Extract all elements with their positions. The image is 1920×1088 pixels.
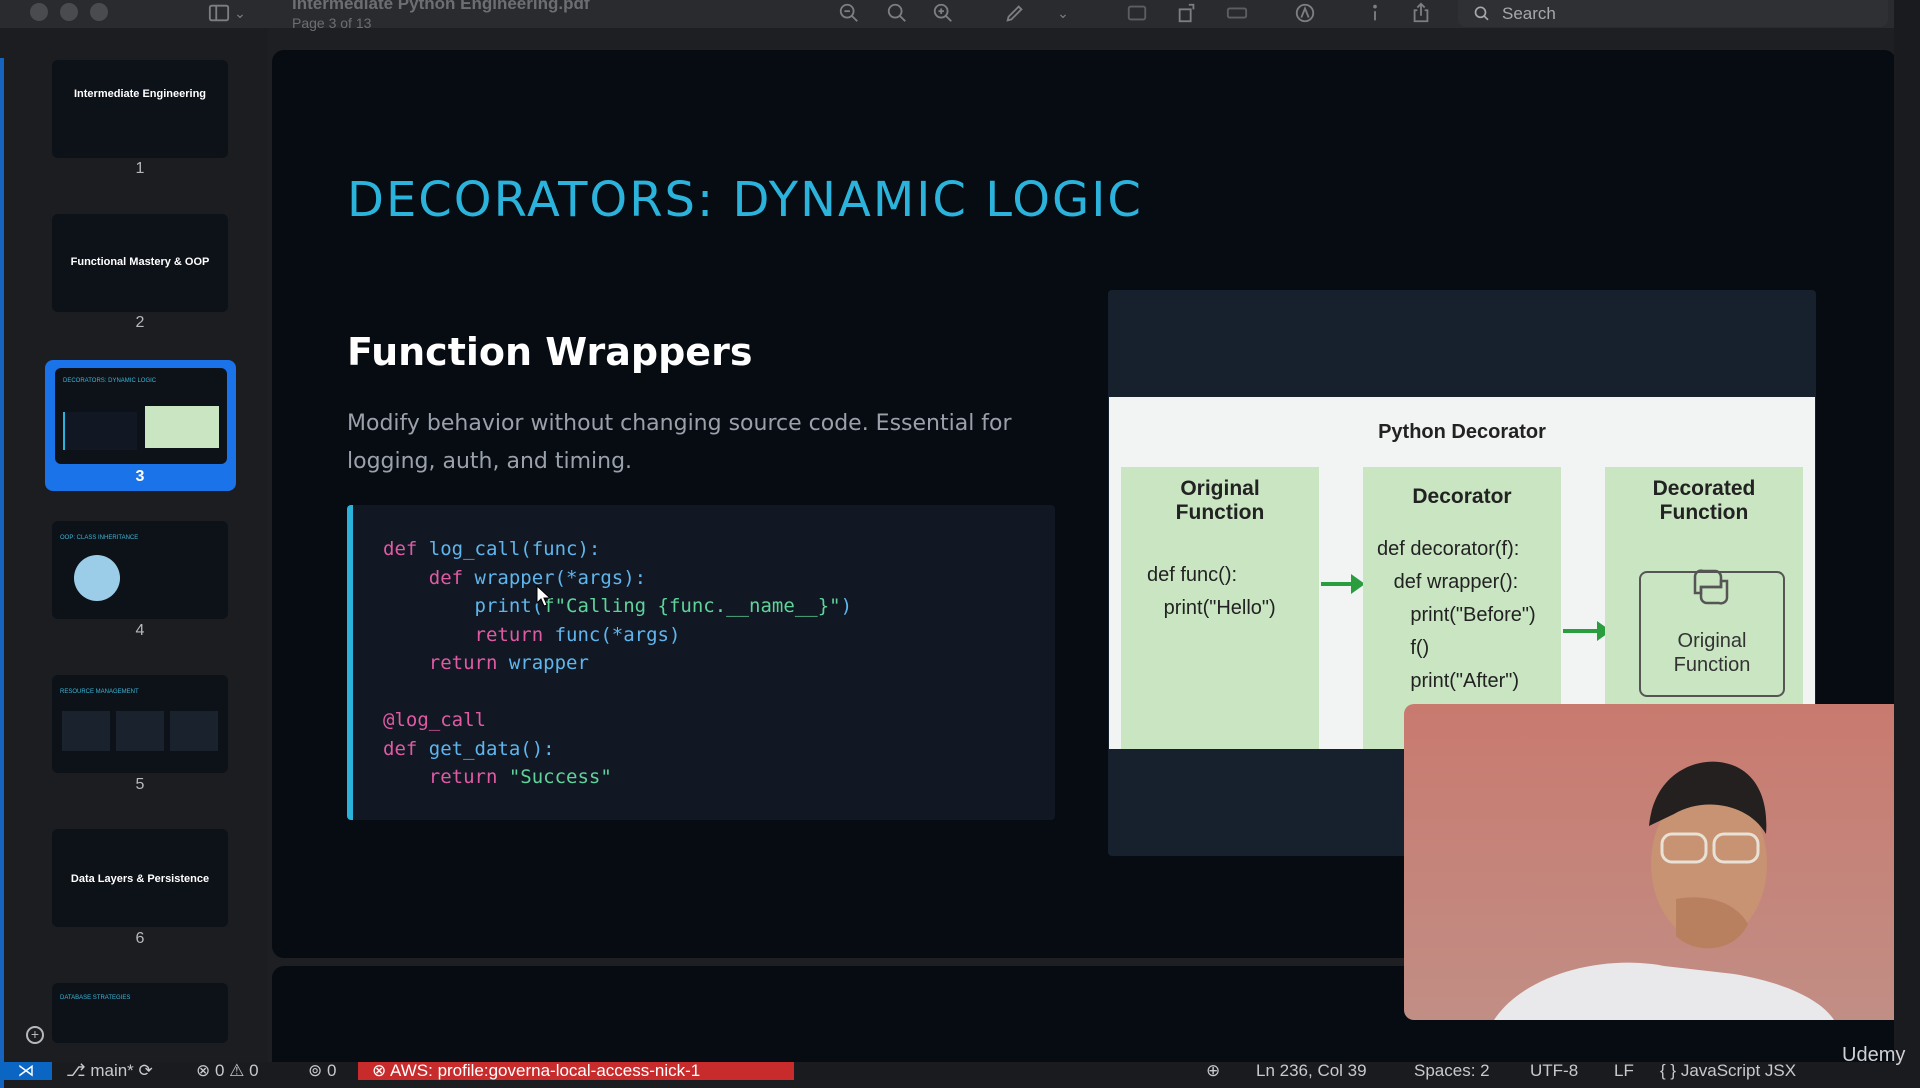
thumbnail-card: [62, 711, 110, 751]
toolbar: ⌄ Intermediate Python Engineering.pdf Pa…: [0, 0, 1894, 31]
python-logo-icon: [1693, 569, 1729, 605]
branch-label: main*: [90, 1062, 134, 1080]
indentation[interactable]: Spaces: 2: [1414, 1062, 1490, 1080]
ports-indicator[interactable]: ⊚ 0: [308, 1062, 336, 1080]
thumbnail-page-4[interactable]: OOP: CLASS INHERITANCE: [52, 521, 228, 619]
thumbnail-title: Functional Mastery & OOP: [70, 256, 210, 268]
aws-profile-label: AWS: profile:governa-local-access-nick-1: [390, 1062, 701, 1080]
close-window-button[interactable]: [30, 3, 48, 21]
rotate-icon[interactable]: [1170, 0, 1204, 26]
markup-pen-icon[interactable]: [998, 0, 1032, 26]
sidebar-accent-bar: [0, 58, 4, 1088]
zoom-fit-icon[interactable]: [880, 0, 914, 26]
page-indicator: Page 3 of 13: [292, 15, 372, 31]
decorator-diagram: Python Decorator Original Function def f…: [1109, 397, 1815, 749]
column-header: Original Function: [1175, 477, 1265, 524]
slide-description: Modify behavior without changing source …: [347, 411, 1012, 474]
udemy-watermark: Udemy: [1842, 1044, 1906, 1066]
instructor-video: [1494, 761, 1834, 1020]
column-header: Decorated Function: [1652, 477, 1756, 524]
redact-icon[interactable]: [1220, 0, 1254, 26]
git-branch[interactable]: ⎇ main* ⟳: [66, 1062, 153, 1080]
thumbnail-page-6[interactable]: Data Layers & Persistence: [52, 829, 228, 927]
zoom-window-button[interactable]: [90, 3, 108, 21]
thumbnail-number: 5: [135, 776, 145, 793]
zoom-in-icon[interactable]: [926, 0, 960, 26]
status-bar: ⋊ ⎇ main* ⟳ ⊗ 0 ⚠ 0 ⊚ 0 ⊗ AWS: profile:g…: [0, 1062, 1920, 1080]
arrow-right-icon: [1321, 574, 1365, 594]
add-page-icon[interactable]: +: [26, 1026, 44, 1044]
aws-profile[interactable]: ⊗ AWS: profile:governa-local-access-nick…: [358, 1062, 794, 1080]
thumbnail-page-7[interactable]: DATABASE STRATEGIES: [52, 983, 228, 1043]
language-mode[interactable]: { } JavaScript JSX: [1660, 1062, 1796, 1080]
thumbnail-title: Intermediate Engineering: [73, 88, 207, 100]
thumbnail-card: [116, 711, 164, 751]
thumbnail-image: [74, 555, 120, 601]
share-icon[interactable]: [1404, 0, 1438, 26]
thumbnail-title: DATABASE STRATEGIES: [60, 995, 131, 1001]
info-icon[interactable]: [1358, 0, 1392, 26]
thumbnail-number: 1: [135, 160, 145, 177]
image-icon[interactable]: [1120, 0, 1154, 26]
webcam-overlay: [1404, 704, 1920, 1020]
code-token: log_call(func):: [428, 538, 601, 560]
minimize-window-button[interactable]: [60, 3, 78, 21]
zoom-status-icon[interactable]: ⊕: [1206, 1062, 1220, 1080]
thumbnail-diagram: [145, 406, 219, 448]
thumbnail-page-3[interactable]: DECORATORS: DYNAMIC LOGIC: [55, 368, 227, 464]
line-endings[interactable]: LF: [1614, 1062, 1634, 1080]
ports-count: 0: [326, 1062, 337, 1080]
thumbnail-code: [63, 412, 137, 450]
thumbnail-page-2[interactable]: Functional Mastery & OOP: [52, 214, 228, 312]
thumbnail-number: 2: [135, 314, 145, 331]
chevron-down-icon[interactable]: ⌄: [230, 0, 250, 26]
thumbnail-number: 6: [135, 930, 145, 947]
diagram-original-function: Original Function def func(): print("Hel…: [1121, 467, 1319, 749]
document-title: Intermediate Python Engineering.pdf: [292, 0, 590, 13]
thumbnail-title: OOP: CLASS INHERITANCE: [60, 535, 139, 541]
chevron-down-icon[interactable]: ⌄: [1046, 0, 1080, 26]
code-block: def log_call(func): def wrapper(*args): …: [347, 505, 1055, 820]
mouse-cursor-icon: [536, 585, 552, 607]
remote-indicator-icon[interactable]: ⋊: [0, 1062, 52, 1080]
zoom-out-icon[interactable]: [832, 0, 866, 26]
box-label: Original Function: [1673, 630, 1751, 676]
thumbnail-title: DECORATORS: DYNAMIC LOGIC: [63, 378, 157, 384]
slide-subtitle: Function Wrappers: [347, 330, 753, 374]
thumbnail-title: RESOURCE MANAGEMENT: [60, 689, 139, 695]
thumbnail-page-1[interactable]: Intermediate Engineering: [52, 60, 228, 158]
search-icon: [1474, 6, 1489, 20]
problems-indicator[interactable]: ⊗ 0 ⚠ 0: [196, 1062, 259, 1080]
thumbnail-number: 3: [135, 468, 145, 485]
thumbnail-card: [170, 711, 218, 751]
language-label: JavaScript JSX: [1680, 1062, 1797, 1080]
column-code: def func(): print("Hello"): [1147, 564, 1276, 619]
encoding[interactable]: UTF-8: [1530, 1062, 1578, 1080]
thumbnail-page-5[interactable]: RESOURCE MANAGEMENT: [52, 675, 228, 773]
search-field[interactable]: Search: [1458, 0, 1888, 27]
cursor-position[interactable]: Ln 236, Col 39: [1256, 1062, 1367, 1080]
diagram-title: Python Decorator: [1378, 421, 1546, 443]
column-code: def decorator(f): def wrapper(): print("…: [1377, 538, 1536, 692]
slide-title: DECORATORS: DYNAMIC LOGIC: [347, 172, 1143, 228]
arrow-right-icon: [1563, 621, 1611, 641]
editor-minimap-strip: [1894, 0, 1920, 1062]
thumbnail-title: Data Layers & Persistence: [70, 873, 210, 885]
search-placeholder: Search: [1502, 3, 1556, 23]
thumbnail-number: 4: [135, 622, 145, 639]
annotate-icon[interactable]: [1288, 0, 1322, 26]
column-header: Decorator: [1412, 485, 1512, 508]
original-function-box: Original Function: [1639, 569, 1785, 697]
